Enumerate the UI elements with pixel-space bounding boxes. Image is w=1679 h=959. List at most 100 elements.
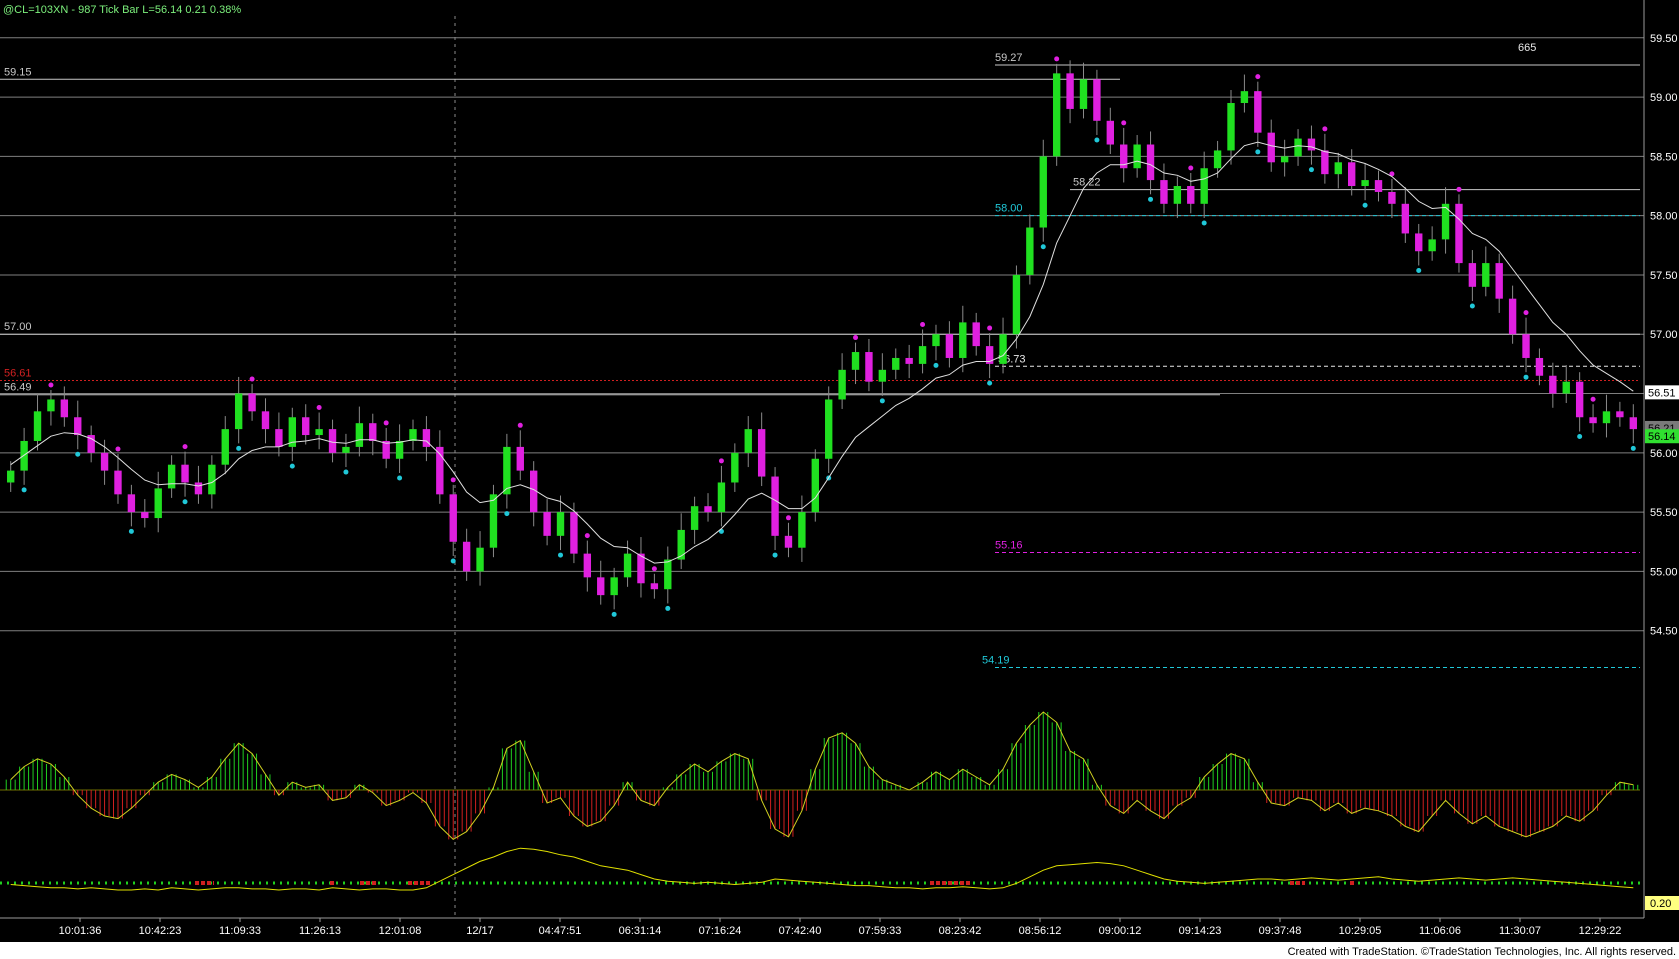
- price-level-label: 58.00: [995, 203, 1023, 215]
- price-level-label: 56.49: [4, 382, 32, 394]
- swing-low-dot: [1308, 167, 1314, 173]
- swing-low-dot: [1469, 303, 1475, 309]
- candle-body: [208, 464, 216, 495]
- swing-high-dot: [1590, 396, 1596, 402]
- candle-body: [1012, 274, 1021, 335]
- swing-low-dot: [397, 475, 403, 481]
- candle-body: [342, 446, 350, 453]
- time-tick-label: 11:09:33: [219, 925, 261, 937]
- price-tick-label: 57.00: [1650, 329, 1678, 341]
- swing-high-dot: [383, 420, 389, 426]
- candle-body: [462, 541, 471, 572]
- candle-body: [476, 547, 484, 572]
- candle-body: [1575, 381, 1584, 418]
- candle-body: [422, 429, 431, 447]
- swing-high-dot: [853, 335, 859, 341]
- time-tick-label: 11:26:13: [299, 925, 341, 937]
- candle-body: [1374, 180, 1383, 192]
- swing-high-dot: [1188, 165, 1194, 171]
- candle-body: [1321, 150, 1329, 175]
- candle-body: [556, 512, 565, 536]
- price-tick-label: 54.50: [1650, 626, 1678, 638]
- candle-body: [945, 334, 954, 358]
- swing-high-dot: [1322, 126, 1328, 132]
- candle-body: [1052, 73, 1061, 157]
- candle-body: [489, 494, 498, 548]
- candle-body: [543, 512, 551, 536]
- price-tick-label: 55.00: [1650, 566, 1678, 578]
- swing-low-dot: [343, 469, 349, 475]
- candle-body: [771, 476, 779, 536]
- candle-body: [369, 423, 377, 441]
- swing-low-dot: [1040, 244, 1046, 250]
- time-tick-label: 10:29:05: [1339, 925, 1382, 937]
- swing-low-dot: [1577, 433, 1583, 439]
- swing-high-dot: [1054, 56, 1060, 62]
- candle-body: [1307, 138, 1316, 151]
- candle-body: [1066, 73, 1074, 109]
- swing-high-dot: [450, 477, 456, 483]
- swing-low-dot: [182, 499, 188, 505]
- candle-body: [623, 553, 632, 578]
- candle-body: [1415, 233, 1423, 252]
- candle-body: [1508, 298, 1517, 335]
- candle-body: [181, 464, 189, 483]
- time-tick-label: 10:01:36: [59, 925, 102, 937]
- swing-low-dot: [128, 528, 134, 534]
- candle-body: [1348, 162, 1356, 187]
- tradestation-chart: 59.1557.0056.6156.4959.2758.2258.0056.73…: [0, 0, 1679, 959]
- candle-body: [825, 399, 833, 459]
- footer-credit: Created with TradeStation. ©TradeStation…: [1288, 946, 1676, 958]
- price-tick-label: 58.00: [1650, 211, 1678, 223]
- candle-body: [1079, 79, 1088, 109]
- candle-body: [932, 334, 940, 347]
- candle-body: [1388, 191, 1396, 204]
- swing-high-dot: [316, 405, 322, 411]
- candle-body: [999, 334, 1007, 364]
- candle-body: [811, 458, 819, 513]
- candle-body: [1133, 144, 1141, 169]
- candle-body: [33, 411, 42, 441]
- swing-low-dot: [879, 398, 885, 404]
- chart-header: @CL=103XN - 987 Tick Bar L=56.14 0.21 0.…: [3, 4, 241, 16]
- swing-low-dot: [1523, 374, 1529, 380]
- swing-low-dot: [1416, 267, 1422, 273]
- swing-high-dot: [517, 422, 523, 428]
- price-tick-label: 59.50: [1650, 33, 1678, 45]
- time-tick-label: 09:14:23: [1179, 925, 1222, 937]
- candle-body: [74, 417, 82, 436]
- candle-body: [1294, 138, 1302, 157]
- swing-high-dot: [1456, 186, 1462, 192]
- candle-body: [167, 464, 176, 489]
- candle-body: [60, 399, 69, 418]
- candle-body: [1334, 162, 1342, 175]
- candle-body: [1562, 381, 1570, 394]
- swing-low-dot: [289, 463, 295, 469]
- candle-body: [1254, 91, 1262, 133]
- swing-low-dot: [933, 362, 939, 368]
- candle-body: [704, 506, 712, 513]
- candle-body: [1146, 144, 1155, 181]
- candle-body: [664, 559, 672, 590]
- candle-body: [838, 369, 846, 400]
- candle-body: [784, 535, 793, 548]
- time-tick-label: 07:16:24: [699, 925, 742, 937]
- time-tick-label: 09:37:48: [1259, 925, 1302, 937]
- price-tick-label: 58.50: [1650, 151, 1678, 163]
- candle-body: [610, 577, 618, 596]
- candle-body: [1428, 239, 1436, 252]
- price-level-label: 55.16: [995, 539, 1023, 551]
- swing-low-dot: [611, 611, 617, 617]
- candle-body: [1267, 132, 1275, 163]
- candle-body: [717, 482, 726, 513]
- swing-low-dot: [772, 552, 778, 558]
- swing-high-dot: [1121, 120, 1127, 126]
- candle-body: [1522, 334, 1530, 358]
- candle-body: [395, 440, 404, 459]
- candle-body: [918, 346, 927, 364]
- candle-body: [7, 470, 15, 483]
- candle-body: [1213, 150, 1222, 169]
- swing-high-dot: [987, 325, 993, 331]
- price-tick-label: 59.00: [1650, 92, 1678, 104]
- swing-low-dot: [236, 445, 242, 451]
